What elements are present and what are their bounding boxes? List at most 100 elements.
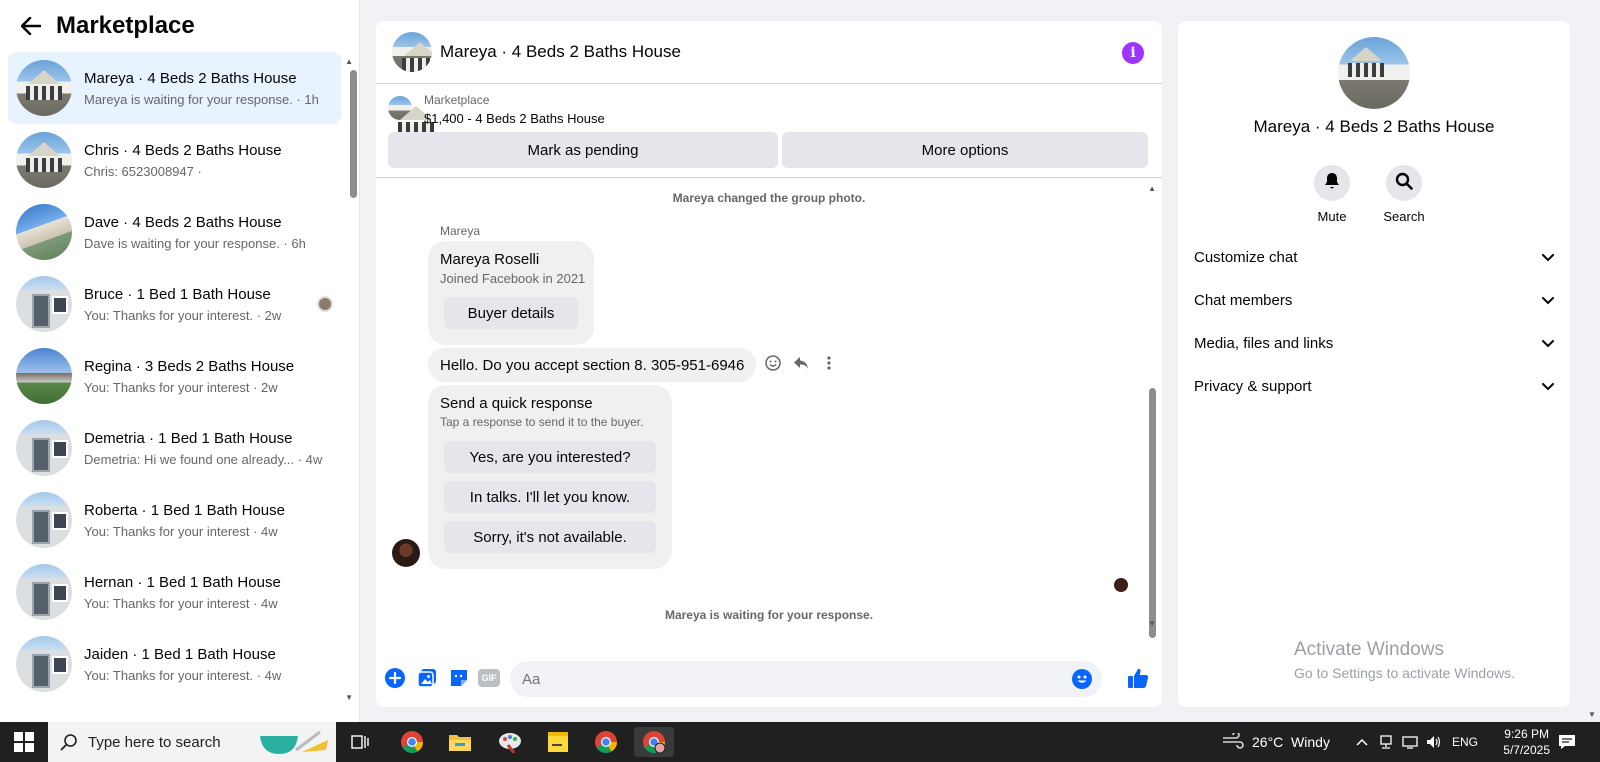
mute-label: Mute [1317,209,1347,224]
chat-avatar[interactable] [392,32,432,72]
buyer-details-button[interactable]: Buyer details [444,297,578,329]
composer: GIF [376,651,1162,707]
display-icon[interactable] [1402,722,1418,762]
weather-widget[interactable]: 26°C Windy [1222,722,1330,762]
task-view-icon[interactable] [340,727,380,757]
search-highlight-icon [258,728,330,762]
conversation-preview: You: Thanks for your interest · 4w [84,523,278,539]
chrome-active-icon[interactable] [634,727,674,757]
sticker-icon[interactable] [448,667,470,689]
photo-icon[interactable] [416,667,438,689]
chevron-up-icon[interactable] [1356,722,1368,762]
sticky-notes-icon[interactable] [538,727,578,757]
volume-icon[interactable] [1426,722,1442,762]
chat-title[interactable]: Mareya · 4 Beds 2 Baths House [440,42,681,62]
gif-icon[interactable]: GIF [478,669,500,687]
more-icon[interactable] [820,354,838,372]
network-icon[interactable] [1378,722,1394,762]
conversation-item[interactable]: Jaiden · 1 Bed 1 Bath House You: Thanks f… [8,628,341,700]
conversation-preview: You: Thanks for your interest. · 4w [84,667,282,683]
chat-scrollbar[interactable] [1149,388,1156,638]
chat-members-section[interactable]: Chat members [1194,280,1554,320]
quick-response-option[interactable]: Yes, are you interested? [444,441,656,473]
taskbar-search[interactable]: Type here to search [48,722,336,762]
sender-avatar[interactable] [392,539,420,567]
mark-pending-button[interactable]: Mark as pending [388,132,778,168]
conversation-item[interactable]: Bruce · 1 Bed 1 Bath House You: Thanks fo… [8,268,341,340]
message-area: Mareya changed the group photo. Mareya M… [376,181,1162,651]
notification-icon[interactable] [1558,722,1576,762]
paint-icon[interactable] [490,727,530,757]
conversation-preview: Dave is waiting for your response. · 6h [84,235,306,251]
conversation-avatar [16,60,72,116]
conversation-avatar [16,492,72,548]
mute-button[interactable]: Mute [1300,165,1364,224]
conversation-preview: You: Thanks for your interest · 4w [84,595,278,611]
language-indicator[interactable]: ENG [1452,722,1478,762]
conversation-item[interactable]: Regina · 3 Beds 2 Baths House You: Thanks… [8,340,341,412]
watermark-line2: Go to Settings to activate Windows. [1294,665,1515,681]
conversation-name: Mareya · 4 Beds 2 Baths House [84,69,297,87]
file-explorer-icon[interactable] [440,727,480,757]
react-icon[interactable] [764,354,782,372]
panel-avatar[interactable] [1338,37,1410,109]
sidebar-header: Marketplace [0,0,359,52]
scroll-down-icon[interactable]: ▼ [345,693,353,702]
conversation-preview: Mareya is waiting for your response. · 1… [84,91,319,107]
conversation-item[interactable]: Mareya · 4 Beds 2 Baths House Mareya is w… [8,52,341,124]
watermark-line1: Activate Windows [1294,639,1444,660]
more-options-button[interactable]: More options [782,132,1148,168]
chrome-icon[interactable] [392,727,432,757]
conversation-name: Demetria · 1 Bed 1 Bath House [84,429,293,447]
weather-text: 26°C Windy [1252,734,1330,750]
sidebar-scrollbar[interactable] [350,70,357,198]
back-arrow-icon[interactable] [20,15,42,37]
quick-response-option[interactable]: In talks. I'll let you know. [444,481,656,513]
buyer-joined: Joined Facebook in 2021 [440,271,586,286]
quick-response-title: Send a quick response [440,395,593,412]
conversation-item[interactable]: Chris · 4 Beds 2 Baths House Chris: 65230… [8,124,341,196]
section-label: Privacy & support [1194,377,1312,395]
plus-icon[interactable] [384,667,406,689]
conversation-avatar [16,348,72,404]
conversation-preview: You: Thanks for your interest. · 2w [84,307,282,323]
section-label: Media, files and links [1194,334,1334,352]
conversation-avatar [16,636,72,692]
listing-thumbnail[interactable] [388,96,434,136]
message-actions [764,354,838,372]
quick-response-option[interactable]: Sorry, it's not available. [444,521,656,553]
clock[interactable]: 9:26 PM 5/7/2025 [1503,726,1550,758]
conversation-name: Dave · 4 Beds 2 Baths House [84,213,282,231]
reply-icon[interactable] [792,354,810,372]
sender-label: Mareya [440,224,481,238]
thumbs-up-icon[interactable] [1126,666,1150,690]
scroll-down-icon[interactable]: ▼ [1588,710,1596,719]
scroll-up-icon[interactable]: ▲ [1148,184,1156,193]
quick-response-card: Send a quick response Tap a response to … [428,385,672,569]
scroll-down-icon[interactable]: ▼ [1148,619,1156,628]
conversation-item[interactable]: Demetria · 1 Bed 1 Bath House Demetria: H… [8,412,341,484]
panel-name: Mareya · 4 Beds 2 Baths House [1253,117,1495,136]
conversation-name: Jaiden · 1 Bed 1 Bath House [84,645,276,663]
conversation-item[interactable]: Roberta · 1 Bed 1 Bath House You: Thanks … [8,484,341,556]
conversation-preview: Chris: 6523008947 · [84,163,202,179]
customize-chat-section[interactable]: Customize chat [1194,237,1554,277]
windows-start-icon[interactable] [14,732,34,752]
listing-price-title[interactable]: $1,400 - 4 Beds 2 Baths House [424,111,605,126]
message-bubble[interactable]: Hello. Do you accept section 8. 305-951-… [428,348,757,382]
chrome-profile-icon[interactable] [586,727,626,757]
scroll-up-icon[interactable]: ▲ [345,57,353,66]
search-button[interactable]: Search [1372,165,1436,224]
taskbar-search-text: Type here to search [88,733,221,751]
message-input[interactable] [510,661,1102,697]
emoji-icon[interactable] [1072,669,1092,689]
privacy-support-section[interactable]: Privacy & support [1194,366,1554,406]
activate-windows-watermark: Activate Windows Go to Settings to activ… [1294,639,1515,681]
sidebar: Marketplace Mareya · 4 Beds 2 Baths Hous… [0,0,360,722]
conversation-item[interactable]: Dave · 4 Beds 2 Baths House Dave is waiti… [8,196,341,268]
media-files-section[interactable]: Media, files and links [1194,323,1554,363]
info-icon[interactable]: i [1122,42,1144,64]
conversation-name: Bruce · 1 Bed 1 Bath House [84,285,271,303]
conversation-item[interactable]: Hernan · 1 Bed 1 Bath House You: Thanks f… [8,556,341,628]
seen-avatar-icon [1114,578,1128,592]
